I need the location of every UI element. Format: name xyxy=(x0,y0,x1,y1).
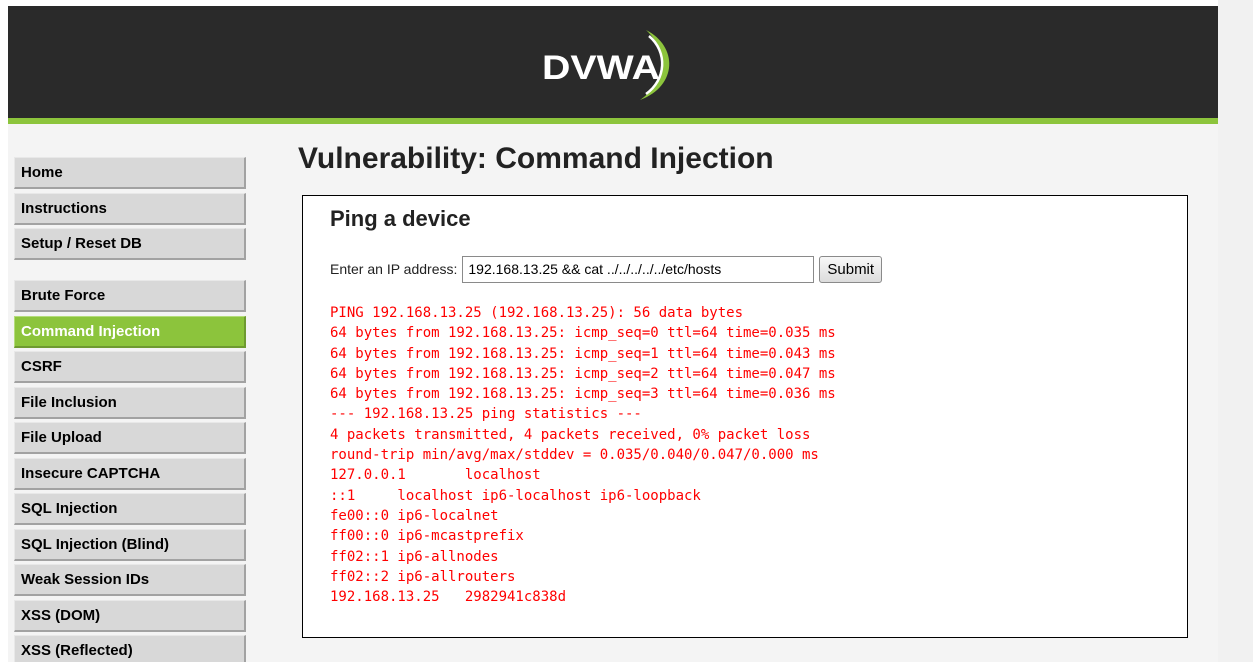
header: DVWA xyxy=(8,6,1218,124)
command-output: PING 192.168.13.25 (192.168.13.25): 56 d… xyxy=(330,303,836,607)
menu-item-sql-injection-blind[interactable]: SQL Injection (Blind) xyxy=(14,528,246,561)
output-line: ff00::0 ip6-mcastprefix xyxy=(330,528,524,545)
ip-address-label: Enter an IP address: xyxy=(330,261,458,277)
output-line: 64 bytes from 192.168.13.25: icmp_seq=3 … xyxy=(330,386,836,403)
ip-address-input[interactable] xyxy=(462,255,815,283)
page: DVWA Home Instructions Setup / Reset DB … xyxy=(0,0,1253,662)
dvwa-logo: DVWA xyxy=(542,30,670,100)
logo-text: DVWA xyxy=(542,49,660,87)
menu-item-weak-session-ids[interactable]: Weak Session IDs xyxy=(14,564,246,596)
output-line: --- 192.168.13.25 ping statistics --- xyxy=(330,406,642,423)
vulnerability-panel: Ping a device Enter an IP address: Submi… xyxy=(302,195,1188,638)
menu-item-file-upload[interactable]: File Upload xyxy=(14,422,246,454)
ping-form: Enter an IP address: Submit xyxy=(330,255,883,283)
menu-item-file-inclusion[interactable]: File Inclusion xyxy=(14,386,246,419)
output-line: ff02::2 ip6-allrouters xyxy=(330,568,516,585)
menu-group-vulnerabilities: Brute Force Command Injection CSRF File … xyxy=(14,280,246,662)
menu-item-setup-reset-db[interactable]: Setup / Reset DB xyxy=(14,228,246,260)
output-line: 64 bytes from 192.168.13.25: icmp_seq=0 … xyxy=(330,325,836,342)
output-line: ::1 localhost ip6-localhost ip6-loopback xyxy=(330,487,701,504)
output-line: ff02::1 ip6-allnodes xyxy=(330,548,499,565)
output-line: 64 bytes from 192.168.13.25: icmp_seq=2 … xyxy=(330,365,836,382)
output-line: fe00::0 ip6-localnet xyxy=(330,507,499,524)
output-line: round-trip min/avg/max/stddev = 0.035/0.… xyxy=(330,447,819,464)
right-gutter xyxy=(1218,0,1253,662)
output-line: 192.168.13.25 2982941c838d xyxy=(330,589,567,606)
submit-button[interactable]: Submit xyxy=(819,255,883,283)
menu-item-instructions[interactable]: Instructions xyxy=(14,192,246,225)
menu-item-csrf[interactable]: CSRF xyxy=(14,351,246,383)
menu-item-command-injection[interactable]: Command Injection xyxy=(14,315,246,348)
menu-item-xss-dom[interactable]: XSS (DOM) xyxy=(14,599,246,632)
menu-item-home[interactable]: Home xyxy=(14,157,246,189)
output-line: 64 bytes from 192.168.13.25: icmp_seq=1 … xyxy=(330,345,836,362)
page-title: Vulnerability: Command Injection xyxy=(298,142,774,175)
menu-item-sql-injection[interactable]: SQL Injection xyxy=(14,493,246,525)
sidebar-menu: Home Instructions Setup / Reset DB Brute… xyxy=(14,157,246,662)
output-line: 4 packets transmitted, 4 packets receive… xyxy=(330,426,811,443)
output-line: 127.0.0.1 localhost xyxy=(330,467,541,484)
menu-item-xss-reflected[interactable]: XSS (Reflected) xyxy=(14,635,246,662)
panel-title: Ping a device xyxy=(330,206,471,231)
menu-item-insecure-captcha[interactable]: Insecure CAPTCHA xyxy=(14,457,246,490)
menu-item-brute-force[interactable]: Brute Force xyxy=(14,280,246,312)
menu-group-general: Home Instructions Setup / Reset DB xyxy=(14,157,246,260)
dvwa-container: DVWA Home Instructions Setup / Reset DB … xyxy=(8,6,1218,662)
output-line: PING 192.168.13.25 (192.168.13.25): 56 d… xyxy=(330,305,744,321)
